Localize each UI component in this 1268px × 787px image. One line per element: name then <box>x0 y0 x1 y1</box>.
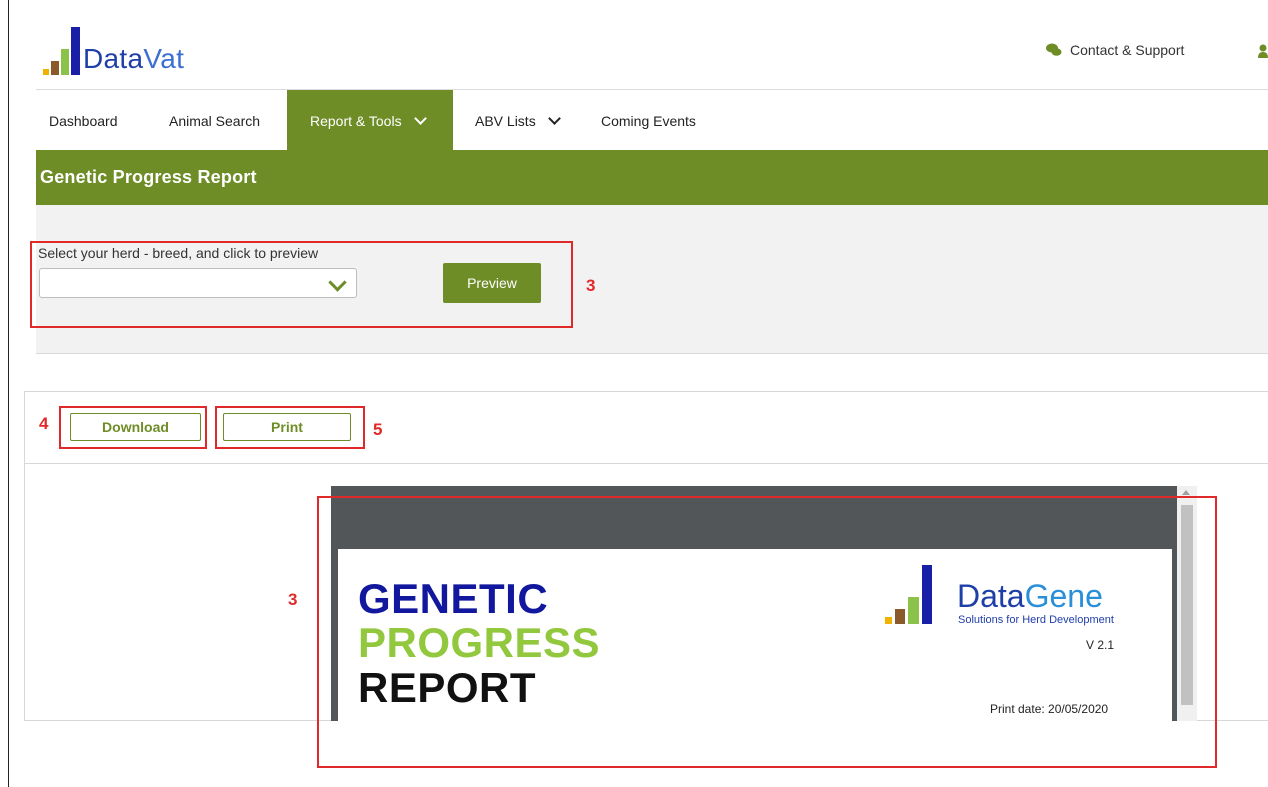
logo-bar-icon <box>71 27 80 75</box>
chevron-down-icon <box>547 112 561 125</box>
nav-coming-events[interactable]: Coming Events <box>601 90 696 150</box>
nav-animal-search[interactable]: Animal Search <box>169 90 260 150</box>
filter-divider <box>36 353 1268 354</box>
nav-report-tools[interactable]: Report & Tools <box>287 90 453 150</box>
scroll-up-icon[interactable] <box>1182 490 1190 495</box>
logo-bar-icon <box>43 69 49 75</box>
chevron-down-icon <box>413 112 427 125</box>
main-nav: Dashboard Animal Search Report & Tools A… <box>36 90 1268 150</box>
logo-text: DataVat <box>83 43 185 74</box>
panel-divider <box>24 463 1268 464</box>
annotation-label: 3 <box>288 590 298 609</box>
download-button[interactable]: Download <box>70 413 201 441</box>
contact-support-link[interactable]: Contact & Support <box>1046 42 1185 58</box>
annotation-box <box>30 241 573 328</box>
page-title: Genetic Progress Report <box>40 167 257 187</box>
annotation-label: 5 <box>373 420 383 439</box>
annotation-box <box>317 496 1217 768</box>
logo-bar-icon <box>51 61 59 75</box>
logo-bar-icon <box>61 49 69 75</box>
user-icon[interactable] <box>1258 44 1268 58</box>
chat-icon <box>1046 43 1062 56</box>
nav-dashboard[interactable]: Dashboard <box>49 90 118 150</box>
annotation-label: 4 <box>39 414 49 433</box>
nav-abv-lists[interactable]: ABV Lists <box>475 90 561 150</box>
contact-support-label: Contact & Support <box>1070 42 1185 58</box>
print-button[interactable]: Print <box>223 413 351 441</box>
annotation-label: 3 <box>586 276 596 295</box>
